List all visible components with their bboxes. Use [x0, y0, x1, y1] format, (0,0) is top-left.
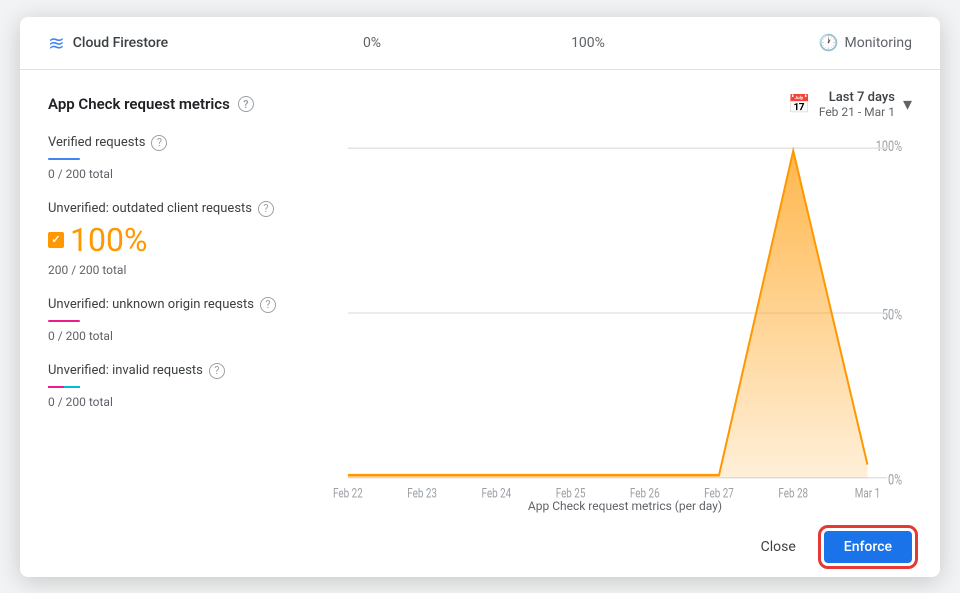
top-bar: ≋ Cloud Firestore 0% 100% 🕐 Monitoring — [20, 17, 940, 70]
two-col-layout: Verified requests ? 0 / 200 total Unveri… — [48, 135, 912, 517]
monitoring-section: 🕐 Monitoring — [696, 33, 912, 52]
chart-svg: 100% 50% 0% — [338, 135, 912, 491]
metric-verified-help-icon[interactable]: ? — [151, 135, 167, 151]
x-label-feb24: Feb 24 — [481, 485, 511, 501]
metric-invalid: Unverified: invalid requests ? 0 / 200 t… — [48, 363, 318, 409]
calendar-icon: 📅 — [788, 94, 810, 115]
metrics-column: Verified requests ? 0 / 200 total Unveri… — [48, 135, 338, 517]
metric-unknown-line — [48, 320, 80, 322]
x-label-feb22: Feb 22 — [333, 485, 363, 501]
y-label-100: 100% — [876, 138, 902, 155]
metric-invalid-line-pink — [48, 386, 64, 388]
metric-verified: Verified requests ? 0 / 200 total — [48, 135, 318, 181]
main-content: App Check request metrics ? 📅 Last 7 day… — [20, 70, 940, 517]
chart-column: 100% 50% 0% — [338, 135, 912, 517]
metric-unknown-label: Unverified: unknown origin requests ? — [48, 297, 318, 313]
pct-zero: 0% — [264, 35, 480, 51]
firestore-icon: ≋ — [48, 31, 65, 55]
metric-outdated-label: Unverified: outdated client requests ? — [48, 201, 318, 217]
monitoring-label: Monitoring — [844, 35, 912, 51]
chart-x-axis-label: App Check request metrics (per day) — [338, 499, 912, 517]
y-label-50: 50% — [882, 307, 902, 324]
x-label-feb23: Feb 23 — [407, 485, 437, 501]
metric-invalid-help-icon[interactable]: ? — [209, 363, 225, 379]
metric-outdated-value: 100% — [48, 221, 318, 259]
x-label-feb25: Feb 25 — [556, 485, 586, 501]
chart-area-fill — [348, 150, 868, 477]
close-button[interactable]: Close — [745, 531, 812, 563]
service-section: ≋ Cloud Firestore — [48, 31, 264, 55]
metric-outdated-help-icon[interactable]: ? — [258, 201, 274, 217]
metric-invalid-total: 0 / 200 total — [48, 395, 318, 409]
date-range-sub: Feb 21 - Mar 1 — [819, 105, 895, 119]
section-title-text: App Check request metrics — [48, 95, 230, 113]
metric-outdated-total: 200 / 200 total — [48, 263, 318, 277]
metric-invalid-line-cyan — [64, 386, 80, 388]
metric-unknown-help-icon[interactable]: ? — [260, 297, 276, 313]
x-label-feb27: Feb 27 — [704, 485, 734, 501]
chart-area: 100% 50% 0% — [338, 135, 912, 491]
date-range-text: Last 7 days Feb 21 - Mar 1 — [819, 90, 895, 119]
y-label-0: 0% — [888, 471, 902, 488]
enforce-button[interactable]: Enforce — [824, 531, 912, 563]
metric-unknown: Unverified: unknown origin requests ? 0 … — [48, 297, 318, 343]
section-header: App Check request metrics ? 📅 Last 7 day… — [48, 90, 912, 119]
metric-verified-label: Verified requests ? — [48, 135, 318, 151]
metric-invalid-label: Unverified: invalid requests ? — [48, 363, 318, 379]
footer: Close Enforce — [20, 517, 940, 577]
dropdown-arrow-icon: ▾ — [903, 94, 912, 115]
metric-unknown-total: 0 / 200 total — [48, 329, 318, 343]
monitor-icon: 🕐 — [819, 33, 839, 52]
metric-outdated: Unverified: outdated client requests ? 1… — [48, 201, 318, 277]
date-range-label: Last 7 days — [819, 90, 895, 105]
metric-verified-line — [48, 158, 80, 160]
x-label-feb26: Feb 26 — [630, 485, 660, 501]
pct-hundred: 100% — [480, 35, 696, 51]
x-label-mar1: Mar 1 — [855, 485, 880, 501]
service-name: Cloud Firestore — [73, 35, 168, 51]
title-help-icon[interactable]: ? — [238, 96, 254, 112]
x-label-feb28: Feb 28 — [778, 485, 808, 501]
section-title: App Check request metrics ? — [48, 95, 254, 113]
checkbox-orange-icon — [48, 232, 64, 248]
date-range-picker[interactable]: 📅 Last 7 days Feb 21 - Mar 1 ▾ — [788, 90, 912, 119]
metric-verified-total: 0 / 200 total — [48, 167, 318, 181]
dialog: ≋ Cloud Firestore 0% 100% 🕐 Monitoring A… — [20, 17, 940, 577]
